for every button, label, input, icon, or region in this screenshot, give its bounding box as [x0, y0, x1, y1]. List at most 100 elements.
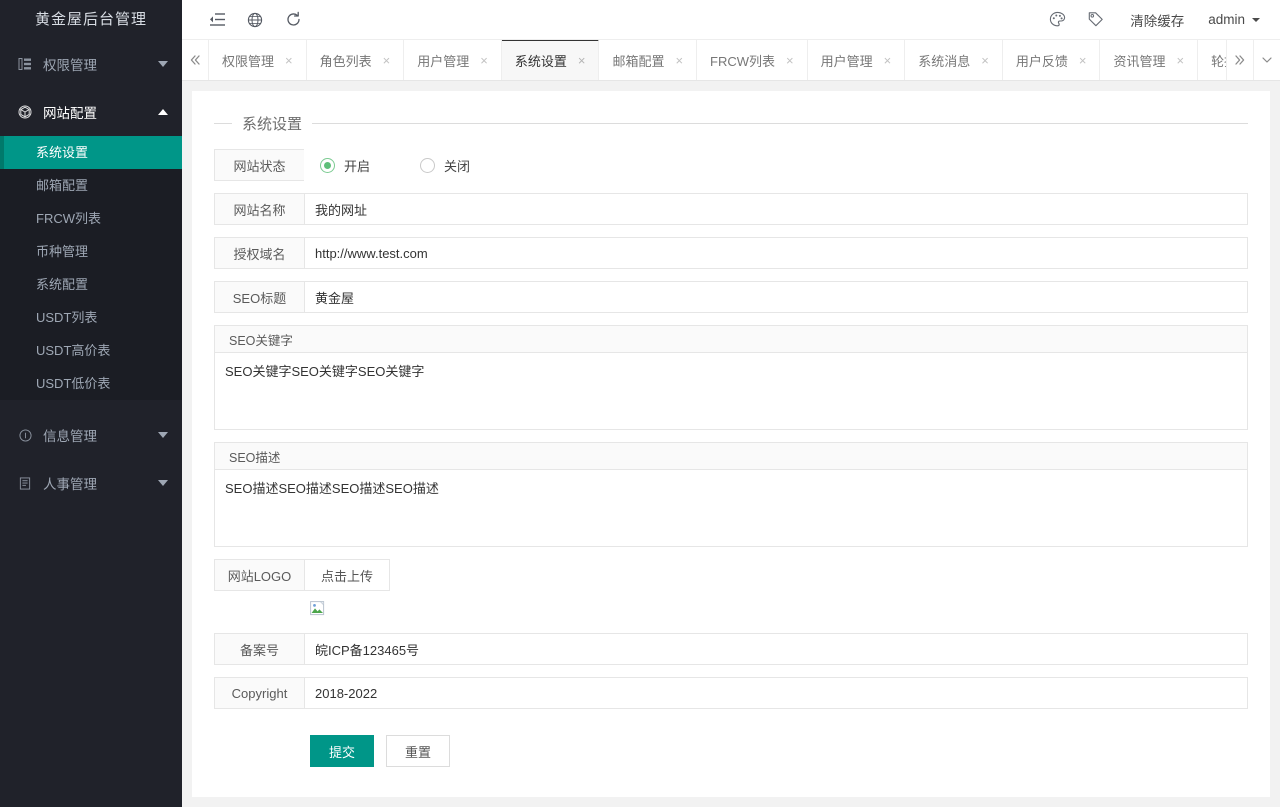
form-row-domain: 授权域名 http://www.test.com: [214, 237, 1248, 269]
sidebar-item-usdt-high-price[interactable]: USDT高价表: [0, 334, 182, 367]
upload-button[interactable]: 点击上传: [304, 559, 390, 591]
form-row-site-logo: 网站LOGO 点击上传: [214, 559, 1248, 591]
sidebar-item-usdt-low-price[interactable]: USDT低价表: [0, 367, 182, 400]
resize-handle-icon[interactable]: [1233, 532, 1246, 545]
input-domain[interactable]: http://www.test.com: [304, 237, 1248, 269]
close-icon[interactable]: ×: [675, 54, 683, 67]
tabbar: 权限管理 × 角色列表 × 用户管理 × 系统设置 × 邮箱配置 ×: [182, 40, 1280, 81]
chevron-down-icon: [158, 432, 168, 438]
main-area: 清除缓存 admin 权限管理 × 角色列表 ×: [182, 0, 1280, 807]
tab-frcw-list[interactable]: FRCW列表 ×: [697, 40, 808, 80]
legend-label: 系统设置: [232, 113, 312, 134]
radio-label: 开启: [344, 156, 370, 175]
settings-card: 系统设置 网站状态 开启 关闭: [192, 91, 1270, 797]
tab-label: FRCW列表: [710, 51, 775, 70]
sidebar-submenu-site-config: 系统设置 邮箱配置 FRCW列表 币种管理 系统配置 USDT列表 USDT高价…: [0, 136, 182, 400]
submit-button[interactable]: 提交: [310, 735, 374, 767]
reset-button[interactable]: 重置: [386, 735, 450, 767]
tab-user-manage-2[interactable]: 用户管理 ×: [808, 40, 906, 80]
globe-icon[interactable]: [236, 0, 274, 40]
form-row-site-name: 网站名称 我的网址: [214, 193, 1248, 225]
clear-cache-button[interactable]: 清除缓存: [1114, 10, 1200, 30]
legend-lead-line: [214, 123, 232, 124]
sidebar: 黄金屋后台管理 权限管理: [0, 0, 182, 807]
tab-system-settings[interactable]: 系统设置 ×: [502, 40, 600, 80]
input-copyright[interactable]: 2018-2022: [304, 677, 1248, 709]
label-seo-description: SEO描述: [215, 443, 1247, 470]
close-icon[interactable]: ×: [578, 54, 586, 67]
input-icp[interactable]: 皖ICP备123465号: [304, 633, 1248, 665]
sidebar-group-label: 网站配置: [43, 102, 158, 122]
tab-label: 轮播图设置: [1211, 51, 1226, 70]
label-site-status: 网站状态: [214, 149, 304, 181]
textarea-seo-keywords[interactable]: SEO关键字SEO关键字SEO关键字: [215, 353, 1247, 429]
radio-checked-icon: [320, 158, 335, 173]
input-seo-title[interactable]: 黄金屋: [304, 281, 1248, 313]
sidebar-item-system-config[interactable]: 系统配置: [0, 268, 182, 301]
sidebar-group-label: 信息管理: [43, 425, 158, 445]
sidebar-item-mail-config[interactable]: 邮箱配置: [0, 169, 182, 202]
app-root: 黄金屋后台管理 权限管理: [0, 0, 1280, 807]
tab-dropdown-icon[interactable]: [1253, 40, 1280, 80]
close-icon[interactable]: ×: [1079, 54, 1087, 67]
radio-site-status-off[interactable]: 关闭: [420, 156, 470, 175]
label-site-logo: 网站LOGO: [214, 559, 304, 591]
label-site-name: 网站名称: [214, 193, 304, 225]
tag-icon[interactable]: [1076, 0, 1114, 40]
more-tabs-icon[interactable]: [1226, 40, 1253, 80]
form-actions: 提交 重置: [214, 721, 1248, 767]
sidebar-group-label: 人事管理: [43, 473, 158, 493]
close-icon[interactable]: ×: [884, 54, 892, 67]
sidebar-item-usdt-list[interactable]: USDT列表: [0, 301, 182, 334]
label-copyright: Copyright: [214, 677, 304, 709]
legend-tail-line: [312, 123, 1248, 124]
tab-label: 用户管理: [417, 51, 469, 70]
tab-carousel-settings[interactable]: 轮播图设置: [1198, 40, 1226, 80]
close-icon[interactable]: ×: [786, 54, 794, 67]
form-block-seo-description: SEO描述 SEO描述SEO描述SEO描述SEO描述: [214, 442, 1248, 547]
tab-label: 用户反馈: [1016, 51, 1068, 70]
form-block-seo-keywords: SEO关键字 SEO关键字SEO关键字SEO关键字: [214, 325, 1248, 430]
form-row-copyright: Copyright 2018-2022: [214, 677, 1248, 709]
tab-news-manage[interactable]: 资讯管理 ×: [1100, 40, 1198, 80]
textarea-seo-description[interactable]: SEO描述SEO描述SEO描述SEO描述: [215, 470, 1247, 546]
tab-system-message[interactable]: 系统消息 ×: [905, 40, 1003, 80]
menu-toggle-icon[interactable]: [198, 0, 236, 40]
sidebar-item-currency-manage[interactable]: 币种管理: [0, 235, 182, 268]
form-row-icp: 备案号 皖ICP备123465号: [214, 633, 1248, 665]
sidebar-logo: 黄金屋后台管理: [0, 0, 182, 40]
sidebar-item-system-settings[interactable]: 系统设置: [0, 136, 182, 169]
close-icon[interactable]: ×: [383, 54, 391, 67]
radio-site-status-on[interactable]: 开启: [320, 156, 370, 175]
collapse-tabs-icon[interactable]: [182, 40, 209, 80]
tab-label: 邮箱配置: [612, 51, 664, 70]
tab-mail-config[interactable]: 邮箱配置 ×: [599, 40, 697, 80]
user-menu[interactable]: admin: [1200, 12, 1280, 27]
close-icon[interactable]: ×: [285, 54, 293, 67]
radio-label: 关闭: [444, 156, 470, 175]
close-icon[interactable]: ×: [981, 54, 989, 67]
theme-palette-icon[interactable]: [1038, 0, 1076, 40]
page-title: 系统设置: [214, 111, 1248, 135]
tab-label: 角色列表: [320, 51, 372, 70]
sidebar-group-info[interactable]: 信息管理: [0, 411, 182, 459]
sidebar-item-frcw-list[interactable]: FRCW列表: [0, 202, 182, 235]
content-area: 系统设置 网站状态 开启 关闭: [182, 81, 1280, 807]
sidebar-group-site-config[interactable]: 网站配置: [0, 88, 182, 136]
resize-handle-icon[interactable]: [1233, 415, 1246, 428]
tab-role-list[interactable]: 角色列表 ×: [307, 40, 405, 80]
sidebar-group-label: 权限管理: [43, 54, 158, 74]
refresh-icon[interactable]: [274, 0, 312, 40]
tab-label: 系统消息: [918, 51, 970, 70]
input-site-name[interactable]: 我的网址: [304, 193, 1248, 225]
tab-user-feedback[interactable]: 用户反馈 ×: [1003, 40, 1101, 80]
user-name-label: admin: [1208, 12, 1245, 27]
form-row-seo-title: SEO标题 黄金屋: [214, 281, 1248, 313]
close-icon[interactable]: ×: [480, 54, 488, 67]
topbar: 清除缓存 admin: [182, 0, 1280, 40]
close-icon[interactable]: ×: [1176, 54, 1184, 67]
sidebar-group-permission[interactable]: 权限管理: [0, 40, 182, 88]
tab-permission-manage[interactable]: 权限管理 ×: [209, 40, 307, 80]
tab-user-manage[interactable]: 用户管理 ×: [404, 40, 502, 80]
sidebar-group-personnel[interactable]: 人事管理: [0, 459, 182, 507]
